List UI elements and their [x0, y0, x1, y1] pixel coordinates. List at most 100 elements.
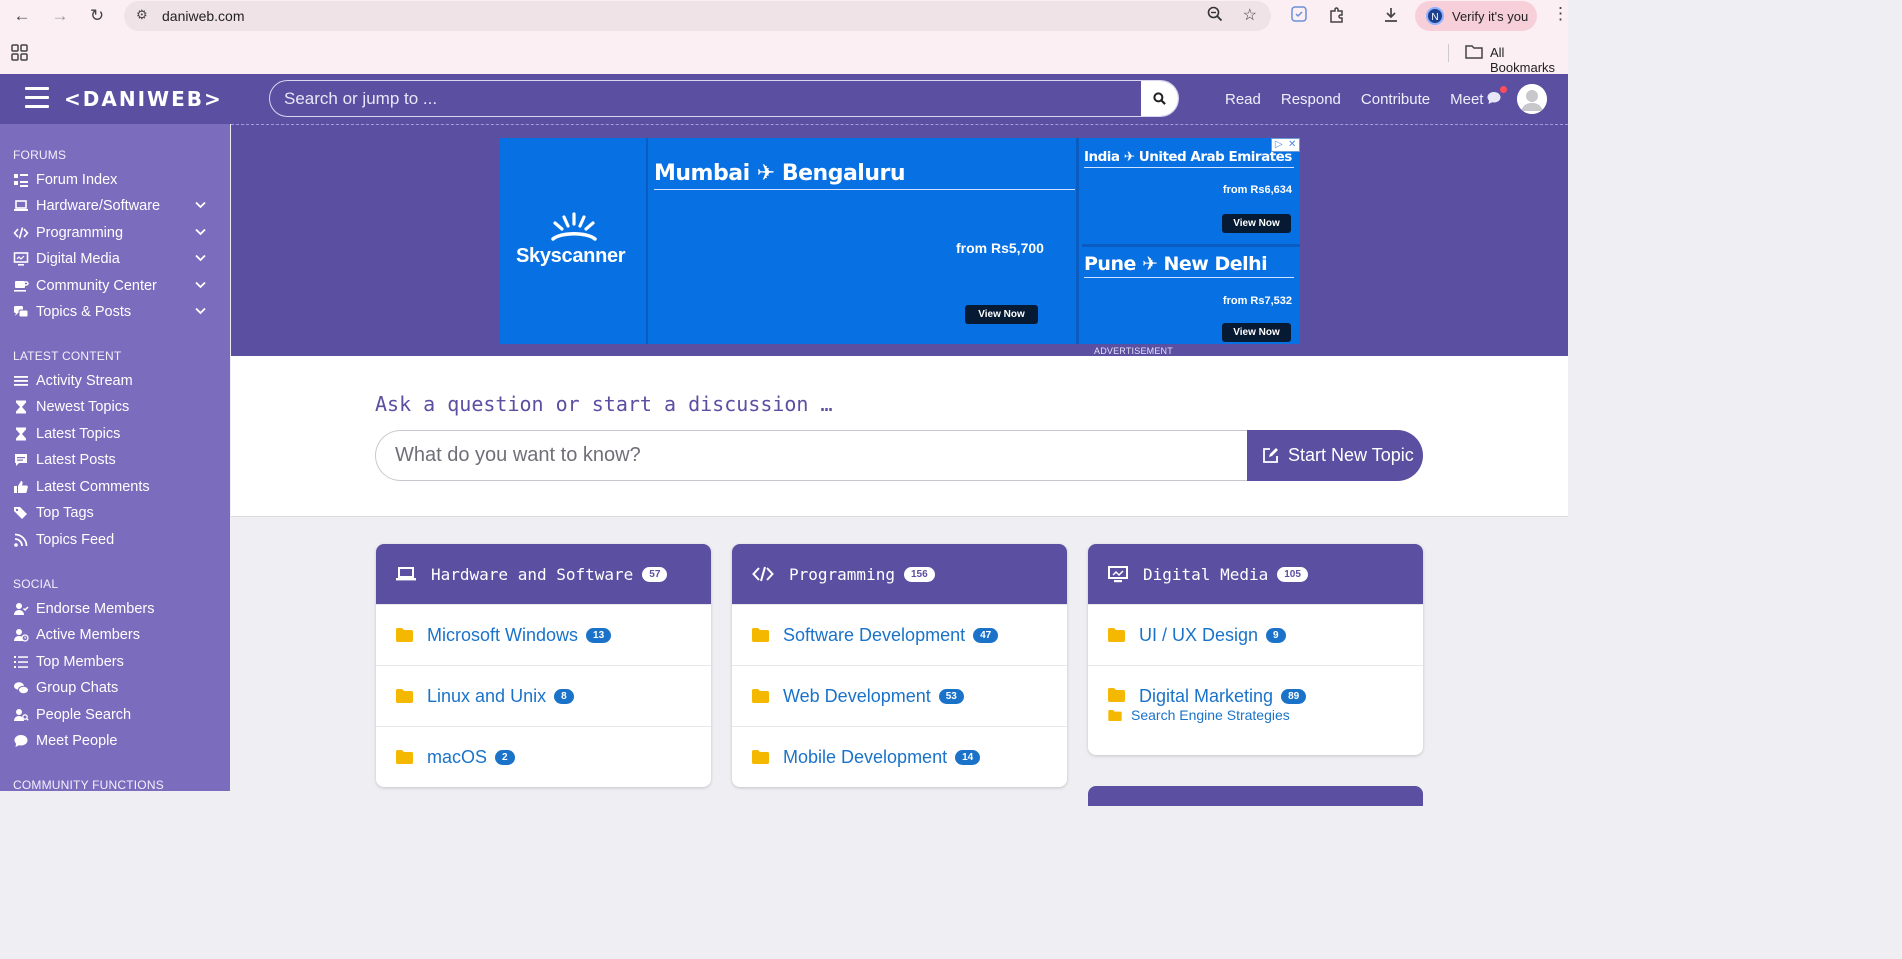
nav-contribute[interactable]: Contribute	[1361, 91, 1430, 108]
extension-icon[interactable]	[1291, 6, 1307, 27]
sidebar-item-group-chats[interactable]: Group Chats	[13, 677, 213, 699]
forum-name[interactable]: Software Development	[783, 625, 965, 646]
forum-row[interactable]: Microsoft Windows 13	[376, 604, 711, 665]
sidebar-item-programming[interactable]: Programming	[13, 222, 213, 244]
forum-name[interactable]: macOS	[427, 747, 487, 768]
nav-respond[interactable]: Respond	[1281, 91, 1341, 108]
user-avatar[interactable]	[1517, 84, 1547, 114]
chevron-down-icon[interactable]	[194, 198, 207, 211]
category-card-next	[1088, 786, 1423, 806]
site-info-icon[interactable]: ⚙	[136, 7, 148, 23]
url-text[interactable]: daniweb.com	[162, 8, 245, 24]
nav-read[interactable]: Read	[1225, 91, 1261, 108]
ad-brand-panel[interactable]: Skyscanner	[500, 138, 648, 344]
forward-icon[interactable]: →	[48, 5, 72, 27]
all-bookmarks-link[interactable]: All Bookmarks	[1490, 45, 1568, 75]
sidebar-item-label: Group Chats	[36, 680, 119, 696]
card-header[interactable]: Hardware and Software 57	[376, 544, 711, 604]
category-card-hardware-software: Hardware and Software 57 Microsoft Windo…	[376, 544, 711, 787]
sidebar-item-label: Latest Posts	[36, 452, 116, 468]
ad-main-offer[interactable]: Mumbai ✈ Bengaluru from Rs5,700 View Now	[650, 138, 1079, 344]
forum-name[interactable]: Microsoft Windows	[427, 625, 578, 646]
ad-side1-price: from Rs6,634	[1222, 184, 1292, 196]
ad-side1-view-button[interactable]: View Now	[1222, 214, 1291, 233]
site-search-input[interactable]	[270, 81, 1142, 116]
forum-count-badge: 2	[495, 749, 515, 765]
forum-row[interactable]: Digital Marketing 89 Search Engine Strat…	[1088, 665, 1423, 755]
card-count-badge: 57	[642, 566, 668, 582]
forum-count-badge: 53	[938, 688, 964, 704]
sidebar-item-forum-index[interactable]: Forum Index	[13, 169, 213, 191]
site-search	[269, 80, 1179, 117]
sidebar-item-newest-topics[interactable]: Newest Topics	[13, 396, 213, 418]
monitor-icon	[13, 252, 29, 266]
zoom-icon[interactable]	[1207, 6, 1223, 26]
apps-grid-icon[interactable]	[11, 44, 28, 66]
nav-meet[interactable]: Meet	[1450, 91, 1483, 108]
rss-icon	[14, 533, 28, 547]
card-title: Programming	[789, 564, 895, 584]
sidebar-item-latest-topics[interactable]: Latest Topics	[13, 423, 213, 445]
forum-row[interactable]: Web Development 53	[732, 665, 1067, 726]
sidebar-item-latest-posts[interactable]: Latest Posts	[13, 449, 213, 471]
forum-name[interactable]: Linux and Unix	[427, 686, 546, 707]
hamburger-menu-icon[interactable]	[25, 87, 49, 109]
sidebar-item-digital-media[interactable]: Digital Media	[13, 248, 213, 270]
back-icon[interactable]: ←	[10, 5, 34, 27]
search-button[interactable]	[1141, 81, 1178, 116]
card-count-badge: 105	[1277, 566, 1308, 582]
sidebar-item-activity-stream[interactable]: Activity Stream	[13, 370, 213, 392]
sidebar-item-topics-posts[interactable]: Topics & Posts	[13, 301, 213, 323]
chevron-down-icon[interactable]	[194, 304, 207, 317]
ad-side-offer-2[interactable]: Pune ✈ New Delhi from Rs7,532 View Now	[1082, 244, 1300, 344]
address-bar[interactable]: ⚙ daniweb.com ☆	[124, 1, 1271, 31]
chat-bubble-icon[interactable]	[1486, 90, 1502, 111]
chevron-down-icon[interactable]	[194, 225, 207, 238]
ask-question-input[interactable]	[375, 430, 1249, 481]
puzzle-icon[interactable]	[1328, 6, 1346, 29]
skyscanner-ad[interactable]: Skyscanner Mumbai ✈ Bengaluru from Rs5,7…	[500, 138, 1300, 344]
forum-row[interactable]: Mobile Development 14	[732, 726, 1067, 787]
bookmark-star-icon[interactable]: ☆	[1243, 5, 1257, 25]
hourglass-icon	[16, 427, 26, 441]
user-search-icon	[14, 709, 29, 721]
chevron-down-icon[interactable]	[194, 251, 207, 264]
sidebar-item-endorse-members[interactable]: Endorse Members	[13, 598, 213, 620]
forum-row[interactable]: UI / UX Design 9	[1088, 604, 1423, 665]
forum-row[interactable]: Linux and Unix 8	[376, 665, 711, 726]
ad-side2-view-button[interactable]: View Now	[1222, 323, 1291, 342]
forum-row[interactable]: macOS 2	[376, 726, 711, 787]
sidebar-item-label: Top Tags	[36, 505, 94, 521]
sidebar-item-top-tags[interactable]: Top Tags	[13, 502, 213, 524]
browser-menu-icon[interactable]: ⋮	[1552, 4, 1569, 24]
chevron-down-icon[interactable]	[194, 278, 207, 291]
forum-name[interactable]: Mobile Development	[783, 747, 947, 768]
reload-icon[interactable]: ↻	[85, 5, 109, 27]
card-header[interactable]: Programming 156	[732, 544, 1067, 604]
start-new-topic-button[interactable]: Start New Topic	[1247, 430, 1423, 481]
laptop-icon	[14, 200, 28, 211]
card-header[interactable]: Digital Media 105	[1088, 544, 1423, 604]
verify-profile-chip[interactable]: N Verify it's you	[1415, 1, 1537, 31]
forum-row[interactable]: Software Development 47	[732, 604, 1067, 665]
sidebar-item-top-members[interactable]: Top Members	[13, 651, 213, 673]
forum-name[interactable]: UI / UX Design	[1139, 625, 1258, 646]
ad-side-offer-1[interactable]: India ✈ United Arab Emirates from Rs6,63…	[1082, 138, 1300, 241]
sidebar-item-latest-comments[interactable]: Latest Comments	[13, 476, 213, 498]
notification-dot	[1500, 86, 1507, 93]
sidebar-item-people-search[interactable]: People Search	[13, 704, 213, 726]
forum-name[interactable]: Digital Marketing	[1139, 686, 1273, 707]
daniweb-logo[interactable]: <DANIWEB>	[64, 87, 223, 111]
forum-name[interactable]: Web Development	[783, 686, 931, 707]
ad-choices-icon[interactable]: ▷ ✕	[1271, 138, 1300, 152]
subforum-row[interactable]: Search Engine Strategies	[1108, 707, 1290, 723]
sidebar-item-meet-people[interactable]: Meet People	[13, 730, 213, 752]
subforum-name[interactable]: Search Engine Strategies	[1131, 707, 1290, 723]
ad-main-view-button[interactable]: View Now	[965, 305, 1038, 324]
sidebar-item-active-members[interactable]: Active Members	[13, 624, 213, 646]
skyscanner-sunrise-icon	[551, 212, 597, 241]
sidebar-item-topics-feed[interactable]: Topics Feed	[13, 529, 213, 551]
sidebar-item-hardware-software[interactable]: Hardware/Software	[13, 195, 213, 217]
download-icon[interactable]	[1382, 6, 1400, 29]
sidebar-item-community-center[interactable]: Community Center	[13, 275, 213, 297]
